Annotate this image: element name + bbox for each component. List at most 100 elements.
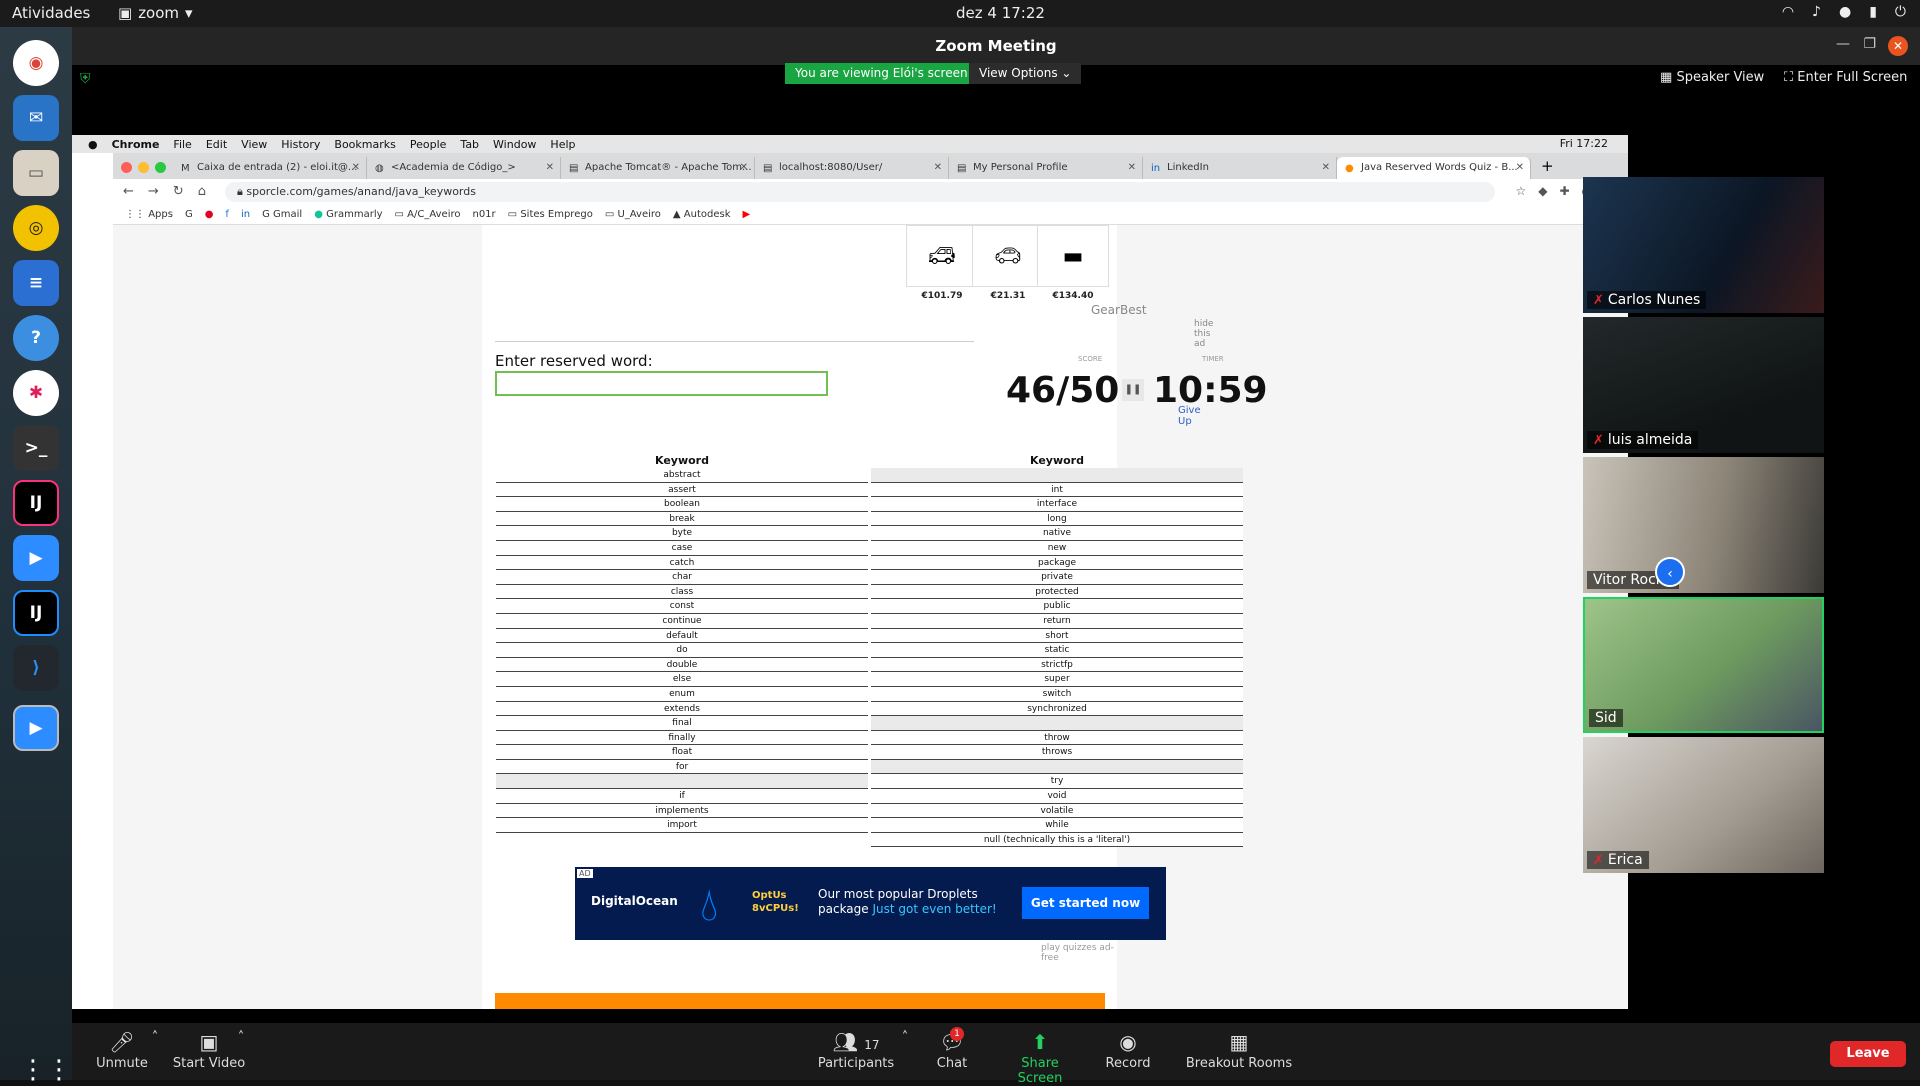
close-tab-icon[interactable]: ✕ xyxy=(1322,162,1330,173)
zoom-icon[interactable]: ▶ xyxy=(13,535,59,581)
ad-product-image[interactable]: ▬ xyxy=(1037,225,1109,287)
collapse-gallery-button[interactable]: ‹ xyxy=(1655,557,1685,587)
tab-localhost[interactable]: ▤ localhost:8080/User/✕ xyxy=(755,157,949,179)
youtube-icon[interactable]: ▶ xyxy=(743,209,751,220)
star-icon[interactable]: ☆ xyxy=(1515,184,1526,198)
security-shield-icon[interactable]: ⛨ xyxy=(80,71,91,87)
home-icon[interactable]: ⌂ xyxy=(198,184,206,199)
ad-free-link[interactable]: play quizzes ad-free xyxy=(1041,943,1117,963)
address-bar[interactable]: 🔒︎ sporcle.com/games/anand/java_keywords xyxy=(225,182,1495,202)
menu-file[interactable]: File xyxy=(173,138,191,151)
intellij-edu-icon[interactable]: IJ xyxy=(13,590,59,636)
maximize-icon[interactable]: ❐ xyxy=(1863,36,1876,52)
bookmark-n01r[interactable]: n01r xyxy=(472,209,495,220)
answer-input[interactable] xyxy=(495,371,828,396)
menu-people[interactable]: People xyxy=(410,138,447,151)
breakout-rooms-button[interactable]: ▦ Breakout Rooms xyxy=(1184,1030,1294,1071)
share-screen-button[interactable]: ⬆ Share Screen xyxy=(998,1030,1082,1086)
video-options-caret[interactable]: ˄ xyxy=(234,1030,248,1045)
participant-tile[interactable]: Vitor Rocha xyxy=(1583,457,1824,593)
tab-tomcat[interactable]: ▤ Apache Tomcat® - Apache Tom... ✕ xyxy=(561,157,755,179)
menu-edit[interactable]: Edit xyxy=(206,138,227,151)
leave-button[interactable]: Leave xyxy=(1830,1041,1906,1067)
app-menu[interactable]: ▣ zoom ▾ xyxy=(118,4,193,22)
menu-bookmarks[interactable]: Bookmarks xyxy=(334,138,395,151)
close-tab-icon[interactable]: ✕ xyxy=(1128,162,1136,173)
zoom-active-icon[interactable]: ▶ xyxy=(13,705,59,751)
get-started-button[interactable]: Get started now xyxy=(1022,887,1149,919)
terminal-icon[interactable]: >_ xyxy=(13,425,59,471)
reload-icon[interactable]: ↻ xyxy=(173,184,184,199)
help-icon[interactable]: ? xyxy=(13,315,59,361)
speaker-view-button[interactable]: ▦ Speaker View xyxy=(1660,70,1764,85)
extension-icon[interactable]: ◆ xyxy=(1538,184,1547,198)
close-tab-icon[interactable]: ✕ xyxy=(546,162,554,173)
menu-help[interactable]: Help xyxy=(550,138,575,151)
zoom-window-dot[interactable] xyxy=(155,162,166,173)
bookmark-gmail[interactable]: G Gmail xyxy=(262,209,302,220)
forward-icon[interactable]: → xyxy=(148,184,159,199)
unmute-button[interactable]: 🎤︎ Unmute xyxy=(94,1030,150,1071)
pinterest-icon[interactable]: ● xyxy=(205,209,214,220)
audio-options-caret[interactable]: ˄ xyxy=(148,1030,162,1045)
bookmark-autodesk[interactable]: ▲ Autodesk xyxy=(673,209,731,220)
give-up-link[interactable]: Give Up xyxy=(1178,405,1201,427)
participants-caret[interactable]: ˄ xyxy=(898,1030,912,1045)
new-tab-icon[interactable]: + xyxy=(1531,157,1564,179)
system-tray[interactable]: ◠ ♪ ● ▮ ⏻ xyxy=(1782,4,1906,20)
participant-tile[interactable]: ✗ Carlos Nunes xyxy=(1583,177,1824,313)
facebook-icon[interactable]: f xyxy=(225,209,229,220)
ad-product-image[interactable]: 🚗︎ xyxy=(972,225,1044,287)
menu-history[interactable]: History xyxy=(281,138,320,151)
ad-product-image[interactable]: 🚙︎ xyxy=(906,225,978,287)
close-tab-icon[interactable]: ✕ xyxy=(1516,162,1524,173)
tab-sporcle[interactable]: ● Java Reserved Words Quiz - B... ✕ xyxy=(1337,157,1531,179)
linkedin-icon[interactable]: in xyxy=(241,209,250,220)
participant-tile-active-speaker[interactable]: Sid xyxy=(1583,597,1824,733)
minimize-icon[interactable]: — xyxy=(1836,36,1850,52)
pause-button[interactable]: ❚❚ xyxy=(1122,379,1144,401)
ad-brand[interactable]: GearBest xyxy=(1091,303,1147,317)
puzzle-icon[interactable]: ✚ xyxy=(1559,184,1569,198)
chat-button[interactable]: 💬︎ 1 Chat xyxy=(932,1027,972,1071)
participant-tile[interactable]: ✗ luis almeida xyxy=(1583,317,1824,453)
clock[interactable]: dez 4 17:22 xyxy=(956,4,1045,22)
close-tab-icon[interactable]: ✕ xyxy=(352,162,360,173)
writer-icon[interactable]: ≡ xyxy=(13,260,59,306)
bookmark-grammarly[interactable]: ● Grammarly xyxy=(314,209,382,220)
slack-icon[interactable]: ✱ xyxy=(13,370,59,416)
close-tab-icon[interactable]: ✕ xyxy=(934,162,942,173)
rhythmbox-icon[interactable]: ◎ xyxy=(13,205,59,251)
chrome-icon[interactable]: ◉ xyxy=(13,40,59,86)
hide-ad-link[interactable]: hide this ad xyxy=(1194,319,1213,349)
bookmark-apps[interactable]: ⋮⋮ Apps xyxy=(125,209,173,220)
menu-window[interactable]: Window xyxy=(493,138,536,151)
close-icon[interactable]: ✕ xyxy=(1888,36,1908,56)
back-icon[interactable]: ← xyxy=(123,184,134,199)
minimize-window-dot[interactable] xyxy=(138,162,149,173)
view-options-button[interactable]: View Options ⌄ xyxy=(969,63,1082,84)
intellij-icon[interactable]: IJ xyxy=(13,480,59,526)
google-icon[interactable]: G xyxy=(185,209,193,220)
tab-academia[interactable]: ◍ <Academia de Código_> ✕ xyxy=(367,157,561,179)
full-screen-button[interactable]: ⛶ Enter Full Screen xyxy=(1784,70,1907,85)
record-button[interactable]: ◉ Record xyxy=(1104,1030,1152,1071)
menu-view[interactable]: View xyxy=(241,138,267,151)
thunderbird-icon[interactable]: ✉ xyxy=(13,95,59,141)
bookmark-sites-emprego[interactable]: ▭ Sites Emprego xyxy=(508,209,593,220)
files-icon[interactable]: ▭ xyxy=(13,150,59,196)
tab-gmail[interactable]: M Caixa de entrada (2) - eloi.it@... ✕ xyxy=(173,157,367,179)
bookmark-u-aveiro[interactable]: ▭ U_Aveiro xyxy=(605,209,661,220)
tab-linkedin[interactable]: in LinkedIn ✕ xyxy=(1143,157,1337,179)
close-tab-icon[interactable]: ✕ xyxy=(740,162,748,173)
show-apps-icon[interactable]: ⋮⋮ xyxy=(20,1055,72,1085)
menu-chrome[interactable]: Chrome xyxy=(112,138,160,151)
participant-tile[interactable]: ✗ Erica xyxy=(1583,737,1824,873)
vscode-icon[interactable]: ⟩ xyxy=(13,645,59,691)
tab-profile[interactable]: ▤ My Personal Profile ✕ xyxy=(949,157,1143,179)
close-window-dot[interactable] xyxy=(121,162,132,173)
participants-button[interactable]: 👥︎ 17 Participants xyxy=(814,1030,898,1071)
menu-tab[interactable]: Tab xyxy=(460,138,479,151)
digitalocean-ad[interactable]: AD DigitalOcean 💧︎ OptUs 8vCPUs! Our most… xyxy=(575,867,1166,940)
activities-button[interactable]: Atividades xyxy=(12,4,90,22)
